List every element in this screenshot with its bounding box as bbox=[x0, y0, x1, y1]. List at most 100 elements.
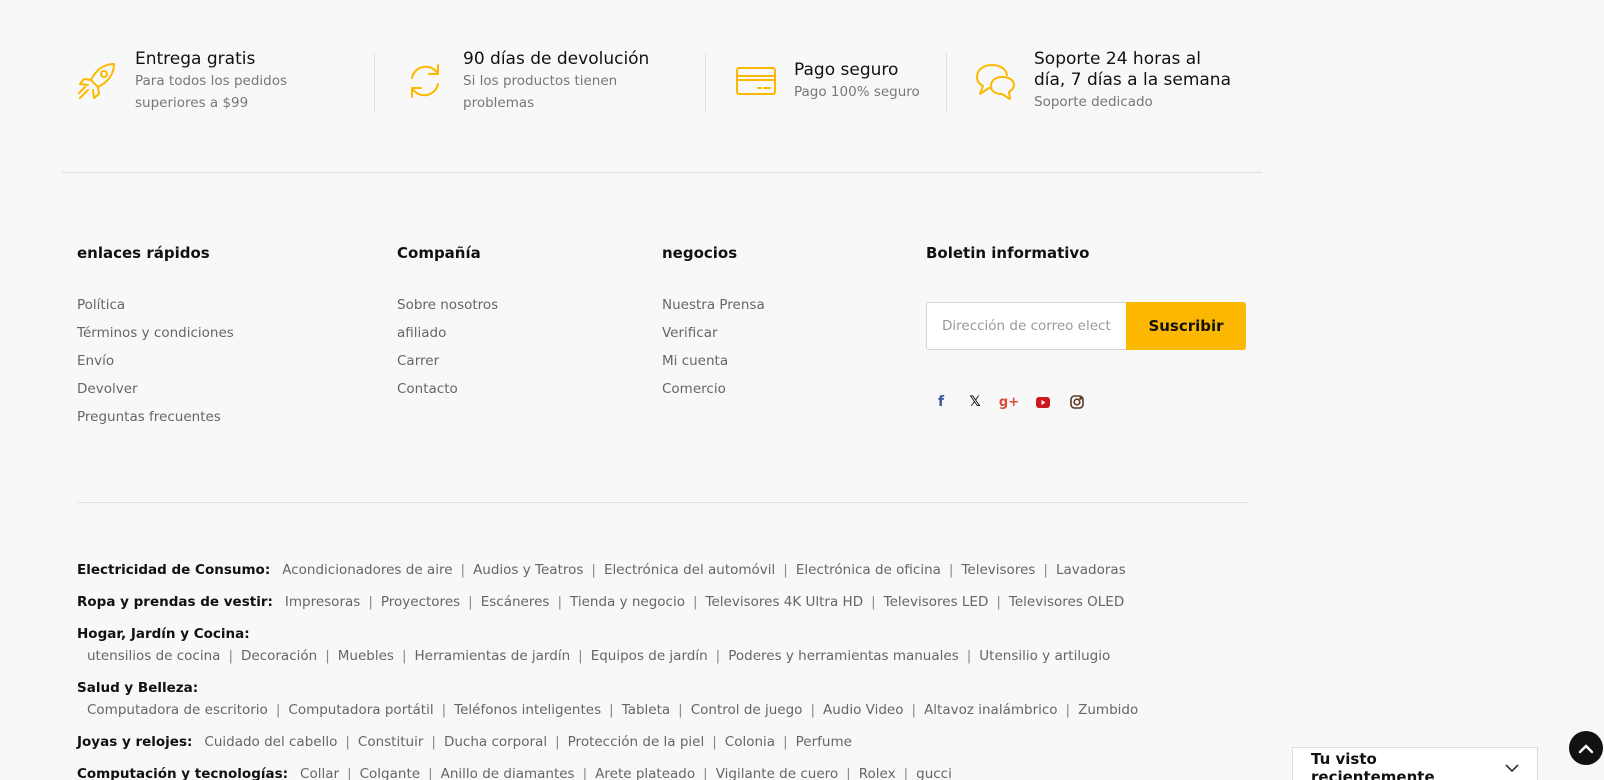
footer-link[interactable]: afiliado bbox=[397, 319, 498, 347]
footer-link[interactable]: Mi cuenta bbox=[662, 347, 765, 375]
footer-link[interactable]: Nuestra Prensa bbox=[662, 291, 765, 319]
category-items: Computadora de escritorio | Computadora po… bbox=[77, 700, 1257, 720]
category-link[interactable]: Equipos de jardín bbox=[591, 648, 708, 664]
category-link[interactable]: Proyectores bbox=[381, 594, 460, 610]
separator: | bbox=[609, 702, 614, 718]
category-link[interactable]: Televisores OLED bbox=[1009, 594, 1124, 610]
rocket-icon bbox=[75, 59, 119, 103]
category-link[interactable]: Televisores 4K Ultra HD bbox=[706, 594, 864, 610]
footer-link[interactable]: Preguntas frecuentes bbox=[77, 403, 234, 431]
separator: | bbox=[810, 702, 815, 718]
email-field[interactable] bbox=[926, 302, 1126, 350]
separator: | bbox=[1043, 562, 1048, 578]
category-link[interactable]: Constituir bbox=[358, 734, 423, 750]
footer-link[interactable]: Comercio bbox=[662, 375, 765, 403]
category-link[interactable]: Acondicionadores de aire bbox=[282, 562, 452, 578]
instagram-icon[interactable] bbox=[1060, 392, 1094, 412]
divider bbox=[77, 502, 1247, 503]
category-link[interactable]: Ducha corporal bbox=[444, 734, 547, 750]
category-link[interactable]: Herramientas de jardín bbox=[415, 648, 571, 664]
category-link[interactable]: Tableta bbox=[622, 702, 670, 718]
footer-link[interactable]: Política bbox=[77, 291, 234, 319]
category-link[interactable]: Colgante bbox=[360, 766, 420, 780]
category-link[interactable]: Arete plateado bbox=[595, 766, 695, 780]
feature-free-delivery: Entrega gratis Para todos los pedidos su… bbox=[75, 48, 287, 114]
footer-link[interactable]: Verificar bbox=[662, 319, 765, 347]
category-link[interactable]: Computadora de escritorio bbox=[87, 702, 268, 718]
category-link[interactable]: Teléfonos inteligentes bbox=[454, 702, 601, 718]
youtube-icon[interactable] bbox=[1026, 392, 1060, 412]
category-link[interactable]: Utensilio y artilugio bbox=[979, 648, 1110, 664]
category-link[interactable]: Televisores LED bbox=[884, 594, 989, 610]
separator: | bbox=[678, 702, 683, 718]
category-link[interactable]: Lavadoras bbox=[1056, 562, 1126, 578]
category-link[interactable]: Decoración bbox=[241, 648, 317, 664]
category-items: Collar | Colgante | Anillo de diamantes | Aret… bbox=[300, 766, 952, 780]
separator: | bbox=[441, 702, 447, 718]
category-link[interactable]: Audios y Teatros bbox=[473, 562, 583, 578]
category-link[interactable]: Anillo de diamantes bbox=[441, 766, 575, 780]
category-link[interactable]: Perfume bbox=[796, 734, 852, 750]
separator: | bbox=[712, 734, 717, 750]
category-items: utensilios de cocina | Decoración | Muebles |… bbox=[77, 646, 1257, 666]
category-link[interactable]: Poderes y herramientas manuales bbox=[728, 648, 959, 664]
category-link[interactable]: gucci bbox=[916, 766, 952, 780]
separator: | bbox=[783, 734, 788, 750]
category-link[interactable]: Rolex bbox=[859, 766, 896, 780]
category-link[interactable]: Zumbido bbox=[1078, 702, 1138, 718]
recently-viewed-toggle[interactable]: Tu visto recientemente bbox=[1292, 747, 1538, 780]
feature-subtitle: Para todos los pedidos bbox=[135, 72, 288, 89]
category-link[interactable]: Computadora portátil bbox=[288, 702, 433, 718]
category-link[interactable]: Impresoras bbox=[285, 594, 360, 610]
feature-title: Soporte 24 horas al bbox=[1034, 49, 1201, 69]
facebook-icon[interactable]: f bbox=[924, 392, 958, 412]
footer-link[interactable]: Carrer bbox=[397, 347, 498, 375]
category-link[interactable]: Protección de la piel bbox=[568, 734, 705, 750]
feature-subtitle: superiores a $99 bbox=[135, 94, 249, 111]
footer-link[interactable]: Sobre nosotros bbox=[397, 291, 498, 319]
separator: | bbox=[228, 648, 233, 664]
feature-divider bbox=[946, 53, 947, 113]
category-link[interactable]: Audio Video bbox=[823, 702, 904, 718]
category-link[interactable]: Cuidado del cabello bbox=[204, 734, 337, 750]
chevron-up-icon bbox=[1578, 739, 1594, 758]
separator: | bbox=[347, 766, 352, 780]
separator: | bbox=[783, 562, 788, 578]
social-links: f 𝕏 g+ bbox=[924, 392, 1094, 412]
category-link[interactable]: utensilios de cocina bbox=[87, 648, 220, 664]
category-link[interactable]: Altavoz inalámbrico bbox=[924, 702, 1057, 718]
footer-link[interactable]: Devolver bbox=[77, 375, 234, 403]
feature-title: Pago seguro bbox=[794, 59, 899, 80]
category-link[interactable]: Collar bbox=[300, 766, 339, 780]
subscribe-button[interactable]: Suscribir bbox=[1126, 302, 1246, 350]
feature-support: Soporte 24 horas al día, 7 días a la sem… bbox=[974, 48, 1231, 114]
footer-link[interactable]: Contacto bbox=[397, 375, 498, 403]
category-link[interactable]: Control de juego bbox=[691, 702, 803, 718]
column-title: Boletin informativo bbox=[926, 244, 1090, 262]
footer-link[interactable]: Términos y condiciones bbox=[77, 319, 234, 347]
category-link[interactable]: Muebles bbox=[338, 648, 394, 664]
category-items: Impresoras | Proyectores | Escáneres | Tienda … bbox=[285, 594, 1124, 610]
category-link[interactable]: Electrónica de oficina bbox=[796, 562, 941, 578]
footer-newsletter: Boletin informativo bbox=[926, 243, 1089, 291]
separator: | bbox=[557, 594, 562, 610]
category-link[interactable]: Colonia bbox=[725, 734, 775, 750]
column-title: negocios bbox=[662, 244, 738, 262]
category-link[interactable]: Tienda y negocio bbox=[570, 594, 685, 610]
footer-quick-links: enlaces rápidos Política Términos y cond… bbox=[77, 243, 234, 431]
category-row: Salud y Belleza: Computadora de escritori… bbox=[77, 678, 1257, 720]
x-twitter-icon[interactable]: 𝕏 bbox=[958, 392, 992, 412]
category-link[interactable]: Televisores bbox=[961, 562, 1035, 578]
column-title: Compañía bbox=[397, 244, 481, 262]
back-to-top-button[interactable] bbox=[1569, 731, 1603, 765]
feature-subtitle: problemas bbox=[463, 94, 535, 111]
category-row: Hogar, Jardín y Cocina: utensilios de coc… bbox=[77, 624, 1257, 666]
column-title: enlaces rápidos bbox=[77, 244, 210, 262]
footer-link[interactable]: Envío bbox=[77, 347, 234, 375]
category-link[interactable]: Vigilante de cuero bbox=[716, 766, 838, 780]
google-plus-icon[interactable]: g+ bbox=[992, 392, 1026, 412]
separator: | bbox=[948, 562, 954, 578]
category-link[interactable]: Escáneres bbox=[481, 594, 550, 610]
category-row: Ropa y prendas de vestir: Impresoras | Proy… bbox=[77, 592, 1257, 612]
category-link[interactable]: Electrónica del automóvil bbox=[604, 562, 775, 578]
